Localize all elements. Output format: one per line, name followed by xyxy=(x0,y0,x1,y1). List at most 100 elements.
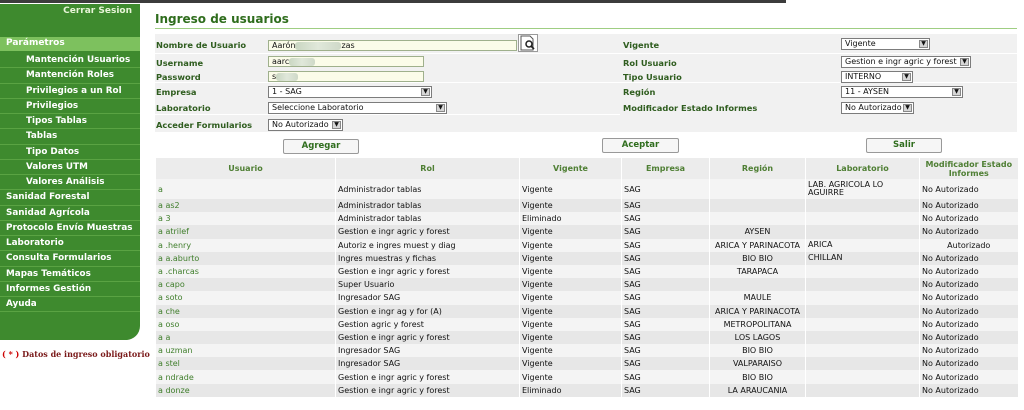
cell-vigente: Eliminado xyxy=(519,383,622,397)
sidebar-item[interactable]: Consulta Formularios xyxy=(0,251,140,267)
laboratorio-select[interactable]: Seleccione Laboratorio ▼ xyxy=(268,102,447,114)
cell-rol: Gestion e ingr ag y for (A) xyxy=(335,304,520,318)
sidebar-item[interactable]: Mantención Roles xyxy=(0,68,140,84)
sidebar-item[interactable]: Tablas xyxy=(0,129,140,145)
cell-empresa: SAG xyxy=(621,212,710,226)
column-header-region[interactable]: Región xyxy=(709,158,806,179)
cell-modificador: No Autorizado xyxy=(919,383,1018,397)
modificador-select[interactable]: No Autorizado ▼ xyxy=(841,102,914,114)
table-row[interactable]: a .charcas Gestion e ingr agric y forest V… xyxy=(155,264,1018,279)
cell-usuario[interactable]: a xyxy=(155,179,336,199)
cell-usuario[interactable]: a as2 xyxy=(155,199,336,213)
laboratorio-label: Laboratorio xyxy=(156,103,211,113)
table-row[interactable]: a che Gestion e ingr ag y for (A) Vigente S… xyxy=(155,304,1018,318)
table-row[interactable]: a 3 Administrador tablas Eliminado SAG No Au… xyxy=(155,212,1018,226)
cell-usuario[interactable]: a stel xyxy=(155,357,336,371)
cell-laboratorio xyxy=(805,291,920,305)
table-row[interactable]: a a Gestion e ingr agric y forest Vigente S… xyxy=(155,330,1018,345)
sidebar-item[interactable]: Laboratorio xyxy=(0,236,140,252)
table-row[interactable]: a uzman Ingresador SAG Vigente SAG BIO BIO No… xyxy=(155,344,1018,358)
cell-region: ARICA Y PARINACOTA xyxy=(709,238,806,252)
column-header-rol[interactable]: Rol xyxy=(335,158,520,179)
sidebar-item[interactable]: Valores UTM xyxy=(0,160,140,175)
cell-usuario[interactable]: a donze xyxy=(155,383,336,397)
cell-usuario[interactable]: a uzman xyxy=(155,344,336,358)
sidebar-item[interactable]: Tipo Datos xyxy=(0,145,140,160)
cell-modificador: No Autorizado xyxy=(919,179,1018,199)
sidebar-item[interactable]: Privilegios xyxy=(0,99,140,114)
sidebar-item[interactable]: Valores Análisis xyxy=(0,175,140,191)
tipo-usuario-label: Tipo Usuario xyxy=(623,72,682,82)
table-row[interactable]: a a.aburto Ingres muestras y fichas Vigent… xyxy=(155,251,1018,265)
username-field[interactable]: aarc xyxy=(268,56,424,67)
rol-select[interactable]: Gestion e ingr agric y forest ▼ xyxy=(841,56,971,68)
cell-usuario[interactable]: a .charcas xyxy=(155,264,336,279)
sidebar-item[interactable]: Tipos Tablas xyxy=(0,114,140,130)
cell-region xyxy=(709,212,806,226)
cell-rol: Gestion e ingr agric y forest xyxy=(335,225,520,239)
chevron-down-icon: ▼ xyxy=(436,104,445,112)
table-row[interactable]: a .henry Autoriz e ingres muest y diag Vig… xyxy=(155,238,1018,252)
cell-usuario[interactable]: a atrilef xyxy=(155,225,336,239)
nombre-field[interactable]: Aarón zas xyxy=(268,40,517,51)
tipo-usuario-select[interactable]: INTERNO ▼ xyxy=(841,71,913,83)
acceder-select[interactable]: No Autorizado ▼ xyxy=(268,119,343,131)
sidebar-section-parametros[interactable]: Parámetros xyxy=(0,37,140,51)
column-header-modificador[interactable]: Modificador Estado Informes xyxy=(919,158,1018,179)
table-row[interactable]: a stel Ingresador SAG Vigente SAG VALPARAISO… xyxy=(155,357,1018,371)
cell-usuario[interactable]: a capo xyxy=(155,278,336,292)
cell-rol: Ingresador SAG xyxy=(335,291,520,305)
sidebar-item[interactable]: Mapas Temáticos xyxy=(0,267,140,282)
cell-usuario[interactable]: a ndrade xyxy=(155,370,336,384)
sidebar-item[interactable]: Sanidad Agrícola xyxy=(0,206,140,221)
cell-empresa: SAG xyxy=(621,238,710,252)
vigente-select[interactable]: Vigente ▼ xyxy=(841,38,930,50)
search-icon[interactable] xyxy=(518,34,538,52)
table-row[interactable]: a capo Super Usuario Vigente SAG No Autoriza… xyxy=(155,278,1018,292)
aceptar-button[interactable]: Aceptar xyxy=(602,138,679,153)
sidebar-item[interactable]: Mantención Usuarios xyxy=(0,53,140,69)
cell-usuario[interactable]: a che xyxy=(155,304,336,318)
cell-usuario[interactable]: a a xyxy=(155,330,336,345)
column-header-laboratorio[interactable]: Laboratorio xyxy=(805,158,920,179)
salir-button[interactable]: Salir xyxy=(866,138,942,153)
cell-laboratorio xyxy=(805,344,920,358)
table-row[interactable]: a Administrador tablas Vigente SAG LAB. AGRI… xyxy=(155,179,1018,199)
sidebar-item[interactable]: Ayuda xyxy=(0,297,140,313)
cell-rol: Autoriz e ingres muest y diag xyxy=(335,238,520,252)
users-table-body: a Administrador tablas Vigente SAG LAB. AGRI… xyxy=(155,179,1018,397)
cell-usuario[interactable]: a soto xyxy=(155,291,336,305)
cell-rol: Ingresador SAG xyxy=(335,357,520,371)
cell-usuario[interactable]: a .henry xyxy=(155,238,336,252)
table-row[interactable]: a donze Gestion e ingr agric y forest Elim… xyxy=(155,383,1018,397)
table-row[interactable]: a soto Ingresador SAG Vigente SAG MAULE No Au… xyxy=(155,291,1018,305)
sidebar-item[interactable]: Privilegios a un Rol xyxy=(0,84,140,99)
table-row[interactable]: a as2 Administrador tablas Vigente SAG No Au… xyxy=(155,199,1018,213)
close-session-link[interactable]: Cerrar Sesion xyxy=(63,6,132,16)
cell-laboratorio xyxy=(805,317,920,331)
cell-vigente: Vigente xyxy=(519,344,622,358)
cell-laboratorio: ARICA xyxy=(805,238,920,252)
cell-usuario[interactable]: a a.aburto xyxy=(155,251,336,265)
title-divider xyxy=(155,28,1017,29)
region-select[interactable]: 11 - AYSEN ▼ xyxy=(841,86,963,98)
password-field[interactable]: s xyxy=(268,71,424,82)
cell-laboratorio xyxy=(805,264,920,279)
empresa-select[interactable]: 1 - SAG ▼ xyxy=(268,86,432,98)
cell-usuario[interactable]: a 3 xyxy=(155,212,336,226)
column-header-usuario[interactable]: Usuario xyxy=(155,158,336,179)
table-row[interactable]: a oso Gestion agric y forest Vigente SAG MET… xyxy=(155,317,1018,331)
cell-usuario[interactable]: a oso xyxy=(155,317,336,331)
sidebar-item[interactable]: Sanidad Forestal xyxy=(0,190,140,206)
table-row[interactable]: a atrilef Gestion e ingr agric y forest Vi… xyxy=(155,225,1018,239)
sidebar-item[interactable]: Informes Gestión xyxy=(0,282,140,297)
column-header-empresa[interactable]: Empresa xyxy=(621,158,710,179)
chevron-down-icon: ▼ xyxy=(903,104,912,112)
sidebar: Cerrar Sesion Parámetros Mantención Usua… xyxy=(0,4,140,340)
sidebar-item[interactable]: Protocolo Envío Muestras xyxy=(0,221,140,236)
table-row[interactable]: a ndrade Gestion e ingr agric y forest Vig… xyxy=(155,370,1018,384)
empresa-label: Empresa xyxy=(156,87,197,97)
agregar-button[interactable]: Agregar xyxy=(283,139,359,154)
column-header-vigente[interactable]: Vigente xyxy=(519,158,622,179)
cell-modificador: No Autorizado xyxy=(919,304,1018,318)
